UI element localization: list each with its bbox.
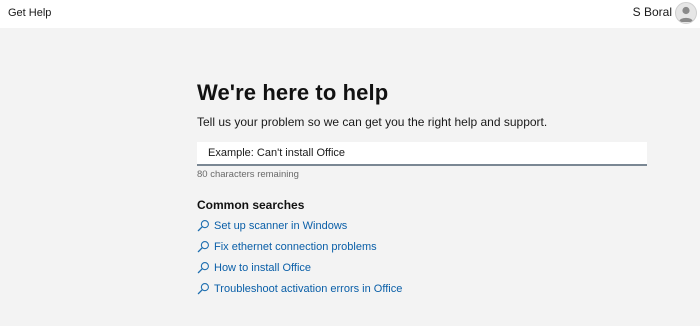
- user-name[interactable]: S Boral: [633, 5, 672, 19]
- common-searches-title: Common searches: [197, 198, 305, 212]
- common-search-label: Set up scanner in Windows: [214, 219, 348, 232]
- help-main: We're here to help Tell us your problem …: [197, 80, 647, 295]
- search-input[interactable]: [197, 142, 647, 164]
- common-search-label: Troubleshoot activation errors in Office: [214, 282, 403, 295]
- common-search-link[interactable]: How to install Office: [197, 257, 402, 278]
- common-search-link[interactable]: Fix ethernet connection problems: [197, 236, 402, 257]
- search-box[interactable]: [197, 142, 647, 166]
- common-searches-list: Set up scanner in Windows Fix ethernet c…: [197, 215, 402, 299]
- avatar[interactable]: [675, 2, 697, 24]
- app-title: Get Help: [8, 7, 52, 19]
- common-search-link[interactable]: Troubleshoot activation errors in Office: [197, 278, 402, 299]
- search-icon: [197, 262, 209, 274]
- common-search-label: How to install Office: [214, 261, 312, 274]
- page-title: We're here to help: [197, 80, 389, 105]
- search-icon: [197, 241, 209, 253]
- person-icon: [679, 6, 693, 22]
- search-icon: [197, 283, 209, 295]
- common-search-link[interactable]: Set up scanner in Windows: [197, 215, 402, 236]
- title-bar: Get Help S Boral: [0, 0, 700, 28]
- search-icon: [197, 220, 209, 232]
- page-subtitle: Tell us your problem so we can get you t…: [197, 115, 548, 129]
- common-search-label: Fix ethernet connection problems: [214, 240, 377, 253]
- char-count: 80 characters remaining: [197, 169, 299, 180]
